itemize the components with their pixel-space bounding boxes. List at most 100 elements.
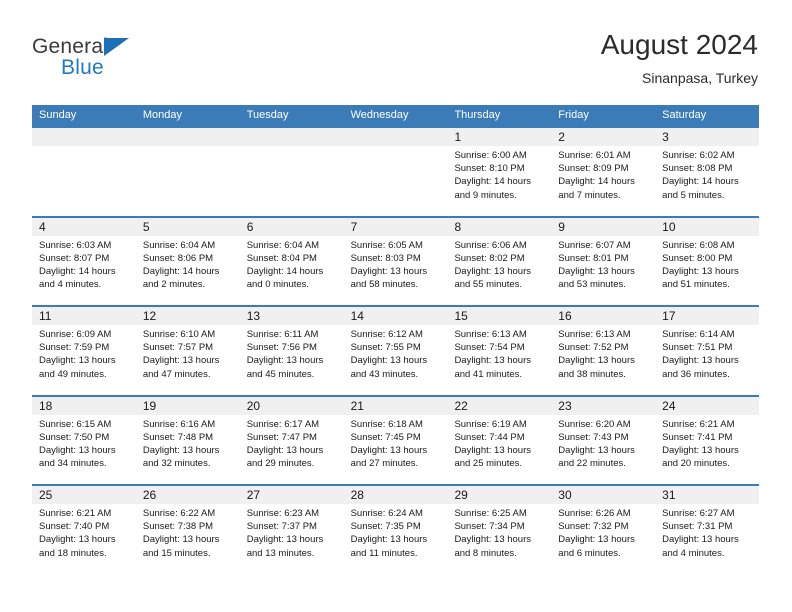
day-number-band: 17 [655, 307, 760, 325]
day-cell[interactable]: 25 Sunrise: 6:21 AM Sunset: 7:40 PM Dayl… [32, 486, 136, 574]
day-cell[interactable]: 13 Sunrise: 6:11 AM Sunset: 7:56 PM Dayl… [239, 307, 344, 395]
day-cell[interactable]: 17 Sunrise: 6:14 AM Sunset: 7:51 PM Dayl… [655, 307, 760, 395]
daylight-text-line2: and 6 minutes. [558, 547, 621, 559]
day-cell[interactable]: 19 Sunrise: 6:16 AM Sunset: 7:48 PM Dayl… [135, 396, 240, 484]
day-cell[interactable] [135, 128, 240, 216]
sunset-text: Sunset: 8:08 PM [662, 163, 733, 175]
daylight-text-line1: Daylight: 13 hours [39, 534, 116, 546]
day-cell[interactable]: 29 Sunrise: 6:25 AM Sunset: 7:34 PM Dayl… [447, 486, 552, 574]
day-number-band: 16 [551, 307, 656, 325]
day-number-band: 19 [135, 396, 240, 415]
day-number: 18 [39, 398, 53, 413]
general-blue-logo[interactable]: General Blue [32, 35, 212, 83]
day-cell[interactable]: 10 Sunrise: 6:08 AM Sunset: 8:00 PM Dayl… [655, 217, 760, 305]
week-row: 18 Sunrise: 6:15 AM Sunset: 7:50 PM Dayl… [32, 394, 760, 484]
day-cell[interactable]: 31 Sunrise: 6:27 AM Sunset: 7:31 PM Dayl… [655, 486, 760, 574]
day-cell[interactable]: 21 Sunrise: 6:18 AM Sunset: 7:45 PM Dayl… [343, 396, 448, 484]
day-info: Sunrise: 6:22 AM Sunset: 7:38 PM Dayligh… [136, 504, 240, 560]
day-number-band: 23 [551, 396, 656, 415]
day-number: 14 [350, 309, 364, 323]
day-cell[interactable]: 2 Sunrise: 6:01 AM Sunset: 8:09 PM Dayli… [551, 128, 656, 216]
day-info: Sunrise: 6:07 AM Sunset: 8:01 PM Dayligh… [551, 236, 655, 292]
day-number: 2 [558, 130, 565, 144]
day-cell[interactable]: 26 Sunrise: 6:22 AM Sunset: 7:38 PM Dayl… [135, 486, 240, 574]
day-info: Sunrise: 6:05 AM Sunset: 8:03 PM Dayligh… [344, 236, 448, 292]
day-number-band: 27 [239, 486, 344, 504]
sunrise-text: Sunrise: 6:18 AM [350, 418, 423, 430]
daylight-text-line1: Daylight: 13 hours [246, 534, 324, 546]
day-cell[interactable]: 23 Sunrise: 6:20 AM Sunset: 7:43 PM Dayl… [551, 396, 656, 484]
day-info: Sunrise: 6:23 AM Sunset: 7:37 PM Dayligh… [240, 504, 344, 560]
day-cell[interactable]: 15 Sunrise: 6:13 AM Sunset: 7:54 PM Dayl… [447, 307, 552, 395]
sunrise-text: Sunrise: 6:23 AM [246, 508, 320, 519]
day-cell[interactable]: 12 Sunrise: 6:10 AM Sunset: 7:57 PM Dayl… [135, 307, 240, 395]
day-cell[interactable]: 30 Sunrise: 6:26 AM Sunset: 7:32 PM Dayl… [551, 486, 656, 574]
day-number-band: 30 [551, 486, 656, 504]
sunrise-text: Sunrise: 6:04 AM [246, 239, 320, 251]
day-cell[interactable]: 6 Sunrise: 6:04 AM Sunset: 8:04 PM Dayli… [239, 217, 344, 305]
sunset-text: Sunset: 8:09 PM [558, 163, 629, 175]
day-cell[interactable]: 5 Sunrise: 6:04 AM Sunset: 8:06 PM Dayli… [135, 217, 240, 305]
day-cell[interactable]: 9 Sunrise: 6:07 AM Sunset: 8:01 PM Dayli… [551, 217, 656, 305]
week-row: 1 Sunrise: 6:00 AM Sunset: 8:10 PM Dayli… [32, 126, 760, 216]
day-cell[interactable]: 7 Sunrise: 6:05 AM Sunset: 8:03 PM Dayli… [343, 217, 448, 305]
day-number: 3 [662, 130, 669, 144]
day-cell[interactable] [239, 128, 344, 216]
sunset-text: Sunset: 7:37 PM [246, 521, 317, 533]
weekday-header-row: Sunday Monday Tuesday Wednesday Thursday… [32, 105, 759, 126]
daylight-text-line2: and 29 minutes. [246, 458, 315, 470]
day-cell[interactable]: 16 Sunrise: 6:13 AM Sunset: 7:52 PM Dayl… [551, 307, 656, 395]
day-cell[interactable]: 24 Sunrise: 6:21 AM Sunset: 7:41 PM Dayl… [655, 396, 760, 484]
sunrise-text: Sunrise: 6:07 AM [558, 239, 631, 251]
day-number-band: 25 [32, 486, 136, 504]
sunrise-text: Sunrise: 6:22 AM [142, 508, 216, 519]
sunrise-text: Sunrise: 6:24 AM [350, 508, 423, 519]
daylight-text-line2: and 0 minutes. [246, 279, 310, 291]
daylight-text-line2: and 34 minutes. [39, 458, 107, 470]
day-number-band [343, 128, 448, 146]
day-number: 7 [350, 219, 358, 234]
day-info: Sunrise: 6:04 AM Sunset: 8:06 PM Dayligh… [136, 236, 240, 292]
daylight-text-line1: Daylight: 13 hours [558, 534, 635, 546]
day-cell[interactable]: 27 Sunrise: 6:23 AM Sunset: 7:37 PM Dayl… [239, 486, 344, 574]
sunset-text: Sunset: 8:01 PM [558, 252, 629, 264]
day-info: Sunrise: 6:10 AM Sunset: 7:57 PM Dayligh… [136, 325, 240, 381]
daylight-text-line2: and 20 minutes. [662, 458, 730, 470]
day-cell[interactable] [343, 128, 448, 216]
day-cell[interactable]: 8 Sunrise: 6:06 AM Sunset: 8:02 PM Dayli… [447, 217, 552, 305]
daylight-text-line1: Daylight: 13 hours [662, 534, 739, 546]
sunrise-text: Sunrise: 6:25 AM [454, 508, 527, 519]
day-number: 12 [142, 309, 157, 323]
day-number: 22 [454, 398, 468, 413]
sunrise-text: Sunrise: 6:04 AM [142, 239, 216, 251]
sunset-text: Sunset: 7:31 PM [662, 521, 733, 533]
sunset-text: Sunset: 7:41 PM [662, 431, 733, 443]
day-number-band: 9 [551, 217, 656, 236]
sunset-text: Sunset: 7:56 PM [246, 342, 317, 354]
day-cell[interactable]: 4 Sunrise: 6:03 AM Sunset: 8:07 PM Dayli… [32, 217, 136, 305]
day-cell[interactable]: 11 Sunrise: 6:09 AM Sunset: 7:59 PM Dayl… [32, 307, 136, 395]
day-cell[interactable]: 22 Sunrise: 6:19 AM Sunset: 7:44 PM Dayl… [447, 396, 552, 484]
daylight-text-line1: Daylight: 13 hours [39, 444, 116, 456]
weekday-header-monday: Monday [142, 109, 182, 121]
day-number: 28 [350, 488, 364, 502]
day-cell[interactable]: 14 Sunrise: 6:12 AM Sunset: 7:55 PM Dayl… [343, 307, 448, 395]
daylight-text-line2: and 5 minutes. [662, 189, 725, 201]
day-info: Sunrise: 6:02 AM Sunset: 8:08 PM Dayligh… [655, 146, 759, 202]
day-cell[interactable]: 1 Sunrise: 6:00 AM Sunset: 8:10 PM Dayli… [447, 128, 552, 216]
daylight-text-line1: Daylight: 13 hours [558, 355, 635, 367]
day-number-band: 14 [343, 307, 448, 325]
day-cell[interactable]: 18 Sunrise: 6:15 AM Sunset: 7:50 PM Dayl… [32, 396, 136, 484]
day-number-band: 7 [343, 217, 448, 236]
daylight-text-line2: and 13 minutes. [246, 547, 315, 559]
day-number-band: 3 [655, 128, 760, 146]
daylight-text-line2: and 38 minutes. [558, 368, 626, 380]
day-number: 11 [39, 309, 52, 323]
daylight-text-line1: Daylight: 13 hours [246, 355, 324, 367]
day-cell[interactable] [32, 128, 136, 216]
sunrise-text: Sunrise: 6:26 AM [558, 508, 631, 519]
day-cell[interactable]: 28 Sunrise: 6:24 AM Sunset: 7:35 PM Dayl… [343, 486, 448, 574]
day-cell[interactable]: 20 Sunrise: 6:17 AM Sunset: 7:47 PM Dayl… [239, 396, 344, 484]
day-cell[interactable]: 3 Sunrise: 6:02 AM Sunset: 8:08 PM Dayli… [655, 128, 760, 216]
day-number: 9 [558, 219, 565, 234]
